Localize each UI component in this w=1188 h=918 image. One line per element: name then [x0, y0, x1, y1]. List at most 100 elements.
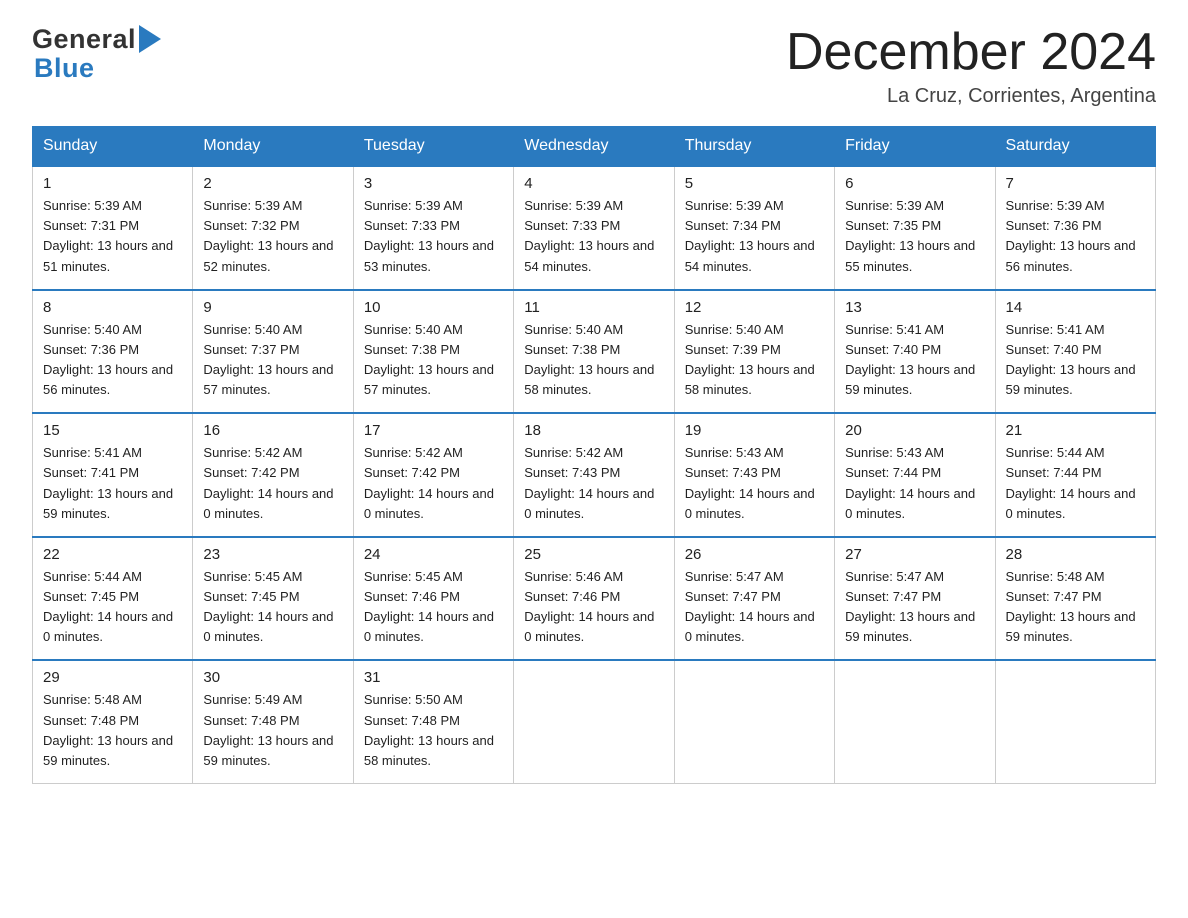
- day-info-line: Sunrise: 5:41 AM: [43, 443, 182, 463]
- col-header-tuesday: Tuesday: [353, 127, 513, 167]
- day-info-line: Sunrise: 5:44 AM: [1006, 443, 1145, 463]
- day-info-line: Sunrise: 5:39 AM: [524, 196, 663, 216]
- day-info-line: Sunrise: 5:39 AM: [845, 196, 984, 216]
- day-info-line: Sunset: 7:35 PM: [845, 216, 984, 236]
- day-info-line: Sunset: 7:31 PM: [43, 216, 182, 236]
- day-info: Sunrise: 5:45 AMSunset: 7:45 PMDaylight:…: [203, 567, 342, 648]
- day-info-line: Daylight: 13 hours and 54 minutes.: [524, 236, 663, 276]
- calendar-cell: 31Sunrise: 5:50 AMSunset: 7:48 PMDayligh…: [353, 660, 513, 783]
- day-info-line: Daylight: 14 hours and 0 minutes.: [203, 607, 342, 647]
- calendar-cell: 17Sunrise: 5:42 AMSunset: 7:42 PMDayligh…: [353, 413, 513, 537]
- day-info-line: Sunrise: 5:48 AM: [43, 690, 182, 710]
- day-info-line: Sunset: 7:42 PM: [203, 463, 342, 483]
- calendar-cell: [674, 660, 834, 783]
- day-info: Sunrise: 5:48 AMSunset: 7:48 PMDaylight:…: [43, 690, 182, 771]
- day-info: Sunrise: 5:40 AMSunset: 7:36 PMDaylight:…: [43, 320, 182, 401]
- calendar-cell: 15 Sunrise: 5:41 AMSunset: 7:41 PMDayligh…: [33, 413, 193, 537]
- day-info-line: Daylight: 13 hours and 59 minutes.: [845, 360, 984, 400]
- day-info-line: Daylight: 13 hours and 57 minutes.: [203, 360, 342, 400]
- day-info: Sunrise: 5:40 AMSunset: 7:39 PMDaylight:…: [685, 320, 824, 401]
- day-number: 17: [364, 422, 503, 439]
- day-number: 21: [1006, 422, 1145, 439]
- day-info-line: Daylight: 13 hours and 59 minutes.: [845, 607, 984, 647]
- day-number: 18: [524, 422, 663, 439]
- day-info-line: Daylight: 14 hours and 0 minutes.: [685, 484, 824, 524]
- day-info-line: Daylight: 14 hours and 0 minutes.: [364, 607, 503, 647]
- day-info-line: Daylight: 14 hours and 0 minutes.: [203, 484, 342, 524]
- day-info-line: Sunrise: 5:47 AM: [845, 567, 984, 587]
- day-info-line: Sunrise: 5:40 AM: [203, 320, 342, 340]
- calendar-cell: 2Sunrise: 5:39 AMSunset: 7:32 PMDaylight…: [193, 166, 353, 290]
- calendar-cell: 1Sunrise: 5:39 AMSunset: 7:31 PMDaylight…: [33, 166, 193, 290]
- calendar-header-row: SundayMondayTuesdayWednesdayThursdayFrid…: [33, 127, 1156, 167]
- day-info: Sunrise: 5:48 AMSunset: 7:47 PMDaylight:…: [1006, 567, 1145, 648]
- day-info-line: Sunrise: 5:39 AM: [43, 196, 182, 216]
- day-info-line: Sunrise: 5:43 AM: [845, 443, 984, 463]
- day-number: 6: [845, 175, 984, 192]
- calendar-week-row: 1Sunrise: 5:39 AMSunset: 7:31 PMDaylight…: [33, 166, 1156, 290]
- calendar-cell: 3 Sunrise: 5:39 AMSunset: 7:33 PMDaylight…: [353, 166, 513, 290]
- day-number: 4: [524, 175, 663, 192]
- day-number: 26: [685, 546, 824, 563]
- day-info-line: Daylight: 14 hours and 0 minutes.: [1006, 484, 1145, 524]
- day-info-line: Sunset: 7:38 PM: [524, 340, 663, 360]
- day-info: Sunrise: 5:45 AMSunset: 7:46 PMDaylight:…: [364, 567, 503, 648]
- day-info-line: Daylight: 13 hours and 59 minutes.: [43, 484, 182, 524]
- day-info-line: Sunset: 7:46 PM: [524, 587, 663, 607]
- day-number: 19: [685, 422, 824, 439]
- day-info-line: Sunset: 7:46 PM: [364, 587, 503, 607]
- day-info-line: Sunset: 7:45 PM: [203, 587, 342, 607]
- day-number: 12: [685, 299, 824, 316]
- day-info-line: Sunset: 7:32 PM: [203, 216, 342, 236]
- logo-blue-text: Blue: [34, 53, 95, 84]
- logo: General Blue: [32, 24, 161, 84]
- calendar-cell: 5Sunrise: 5:39 AMSunset: 7:34 PMDaylight…: [674, 166, 834, 290]
- day-number: 22: [43, 546, 182, 563]
- day-number: 27: [845, 546, 984, 563]
- day-info-line: Daylight: 13 hours and 55 minutes.: [845, 236, 984, 276]
- day-info-line: Sunrise: 5:40 AM: [43, 320, 182, 340]
- calendar-cell: 10Sunrise: 5:40 AMSunset: 7:38 PMDayligh…: [353, 290, 513, 414]
- day-info-line: Sunrise: 5:40 AM: [364, 320, 503, 340]
- day-info-line: Sunset: 7:40 PM: [845, 340, 984, 360]
- day-info: Sunrise: 5:46 AMSunset: 7:46 PMDaylight:…: [524, 567, 663, 648]
- day-info-line: Sunrise: 5:39 AM: [1006, 196, 1145, 216]
- calendar-cell: 21Sunrise: 5:44 AMSunset: 7:44 PMDayligh…: [995, 413, 1155, 537]
- day-number: 23: [203, 546, 342, 563]
- day-number: 30: [203, 669, 342, 686]
- day-info-line: Sunrise: 5:45 AM: [364, 567, 503, 587]
- calendar-cell: 26 Sunrise: 5:47 AMSunset: 7:47 PMDayligh…: [674, 537, 834, 661]
- day-info-line: Sunset: 7:41 PM: [43, 463, 182, 483]
- day-info-line: Daylight: 13 hours and 52 minutes.: [203, 236, 342, 276]
- day-info-line: Sunrise: 5:48 AM: [1006, 567, 1145, 587]
- calendar-cell: 25Sunrise: 5:46 AMSunset: 7:46 PMDayligh…: [514, 537, 674, 661]
- day-info-line: Daylight: 13 hours and 56 minutes.: [43, 360, 182, 400]
- col-header-monday: Monday: [193, 127, 353, 167]
- col-header-wednesday: Wednesday: [514, 127, 674, 167]
- day-info: Sunrise: 5:47 AMSunset: 7:47 PMDaylight:…: [685, 567, 824, 648]
- calendar-cell: 29Sunrise: 5:48 AMSunset: 7:48 PMDayligh…: [33, 660, 193, 783]
- day-number: 16: [203, 422, 342, 439]
- calendar-cell: 16Sunrise: 5:42 AMSunset: 7:42 PMDayligh…: [193, 413, 353, 537]
- day-info-line: Sunrise: 5:42 AM: [524, 443, 663, 463]
- day-info: Sunrise: 5:43 AMSunset: 7:43 PMDaylight:…: [685, 443, 824, 524]
- calendar-cell: 8Sunrise: 5:40 AMSunset: 7:36 PMDaylight…: [33, 290, 193, 414]
- day-info-line: Sunset: 7:48 PM: [364, 711, 503, 731]
- month-title: December 2024: [786, 24, 1156, 81]
- day-info-line: Sunrise: 5:39 AM: [364, 196, 503, 216]
- day-info-line: Sunset: 7:48 PM: [203, 711, 342, 731]
- calendar-cell: 24Sunrise: 5:45 AMSunset: 7:46 PMDayligh…: [353, 537, 513, 661]
- day-info-line: Daylight: 13 hours and 59 minutes.: [1006, 607, 1145, 647]
- day-info: Sunrise: 5:39 AMSunset: 7:33 PMDaylight:…: [364, 196, 503, 277]
- day-info: Sunrise: 5:41 AMSunset: 7:40 PMDaylight:…: [1006, 320, 1145, 401]
- day-number: 3: [364, 175, 503, 192]
- day-number: 14: [1006, 299, 1145, 316]
- day-info-line: Sunset: 7:36 PM: [1006, 216, 1145, 236]
- day-info-line: Sunrise: 5:41 AM: [1006, 320, 1145, 340]
- calendar-cell: 19 Sunrise: 5:43 AMSunset: 7:43 PMDayligh…: [674, 413, 834, 537]
- day-info-line: Sunrise: 5:40 AM: [524, 320, 663, 340]
- calendar-cell: 7Sunrise: 5:39 AMSunset: 7:36 PMDaylight…: [995, 166, 1155, 290]
- day-number: 15: [43, 422, 182, 439]
- day-info: Sunrise: 5:49 AMSunset: 7:48 PMDaylight:…: [203, 690, 342, 771]
- day-info-line: Daylight: 13 hours and 54 minutes.: [685, 236, 824, 276]
